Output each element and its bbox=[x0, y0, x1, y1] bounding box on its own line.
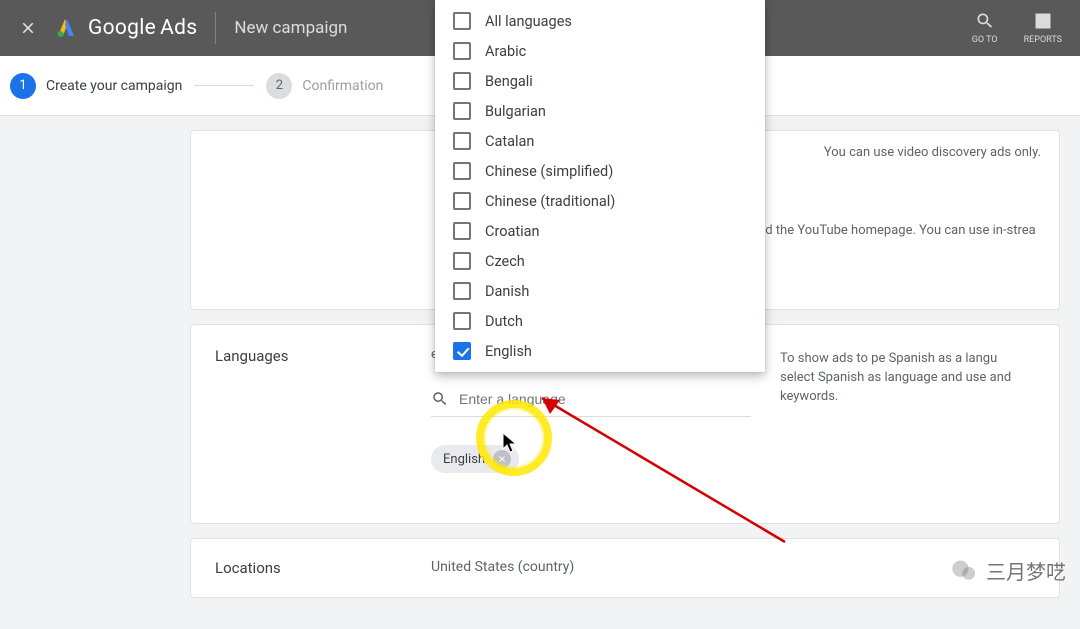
language-option-label: All languages bbox=[485, 13, 572, 30]
search-icon bbox=[975, 11, 995, 31]
language-option[interactable]: Croatian bbox=[435, 216, 765, 246]
language-option-label: Croatian bbox=[485, 223, 540, 240]
step-2-label: Confirmation bbox=[302, 78, 383, 94]
language-option-label: Czech bbox=[485, 253, 525, 270]
brand-ads: Ads bbox=[160, 16, 197, 40]
language-option[interactable]: Arabic bbox=[435, 36, 765, 66]
locations-label: Locations bbox=[215, 559, 431, 577]
google-ads-logo-icon bbox=[54, 16, 78, 40]
language-option[interactable]: English bbox=[435, 336, 765, 366]
language-option[interactable]: Bulgarian bbox=[435, 96, 765, 126]
step-confirmation[interactable]: 2 Confirmation bbox=[266, 73, 383, 99]
search-tool[interactable]: GO TO bbox=[972, 11, 998, 45]
language-option[interactable]: All languages bbox=[435, 6, 765, 36]
reports-tool[interactable]: REPORTS bbox=[1024, 11, 1062, 45]
language-option[interactable]: Bengali bbox=[435, 66, 765, 96]
brand-title: Google Ads bbox=[88, 16, 197, 40]
language-option-label: Bengali bbox=[485, 73, 533, 90]
chip-remove-icon[interactable] bbox=[493, 450, 511, 468]
locations-card[interactable]: Locations United States (country) bbox=[190, 538, 1060, 598]
header-subtitle: New campaign bbox=[234, 18, 347, 38]
language-option[interactable]: Catalan bbox=[435, 126, 765, 156]
youtube-hint: and the YouTube homepage. You can use in… bbox=[751, 223, 1049, 238]
close-icon[interactable] bbox=[8, 8, 48, 48]
language-option-label: Chinese (traditional) bbox=[485, 193, 615, 210]
language-option-label: Chinese (simplified) bbox=[485, 163, 613, 180]
languages-side-help: To show ads to pe Spanish as a langu sel… bbox=[780, 350, 1030, 407]
language-option-label: Arabic bbox=[485, 43, 526, 60]
checkbox-icon[interactable] bbox=[453, 12, 471, 30]
checkbox-icon[interactable] bbox=[453, 342, 471, 360]
checkbox-icon[interactable] bbox=[453, 282, 471, 300]
watermark: 三月梦呓 bbox=[950, 556, 1066, 585]
checkbox-icon[interactable] bbox=[453, 252, 471, 270]
search-icon bbox=[431, 390, 449, 408]
header-divider bbox=[215, 12, 216, 44]
step-1-badge: 1 bbox=[10, 73, 36, 99]
checkbox-icon[interactable] bbox=[453, 162, 471, 180]
brand-google: Google bbox=[88, 16, 156, 40]
video-discovery-hint: You can use video discovery ads only. bbox=[824, 145, 1041, 160]
checkbox-icon[interactable] bbox=[453, 312, 471, 330]
locations-value: United States (country) bbox=[431, 559, 574, 577]
watermark-text: 三月梦呓 bbox=[986, 556, 1066, 585]
language-option[interactable]: Dutch bbox=[435, 306, 765, 336]
language-option[interactable]: Chinese (simplified) bbox=[435, 156, 765, 186]
bar-chart-icon bbox=[1033, 11, 1053, 31]
language-option-label: Dutch bbox=[485, 313, 523, 330]
goto-label: GO TO bbox=[972, 35, 998, 45]
checkbox-icon[interactable] bbox=[453, 42, 471, 60]
language-chip-english[interactable]: English bbox=[431, 445, 519, 473]
step-create-campaign[interactable]: 1 Create your campaign bbox=[10, 73, 182, 99]
languages-label: Languages bbox=[215, 347, 431, 501]
language-option-label: Bulgarian bbox=[485, 103, 546, 120]
language-option[interactable]: Danish bbox=[435, 276, 765, 306]
language-option-label: English bbox=[485, 343, 532, 360]
language-option-label: Catalan bbox=[485, 133, 534, 150]
step-2-badge: 2 bbox=[266, 73, 292, 99]
checkbox-icon[interactable] bbox=[453, 102, 471, 120]
wechat-icon bbox=[950, 557, 978, 585]
checkbox-icon[interactable] bbox=[453, 132, 471, 150]
language-search[interactable] bbox=[431, 390, 751, 417]
checkbox-icon[interactable] bbox=[453, 222, 471, 240]
reports-label: REPORTS bbox=[1024, 35, 1062, 45]
language-option-label: Danish bbox=[485, 283, 529, 300]
checkbox-icon[interactable] bbox=[453, 192, 471, 210]
language-search-input[interactable] bbox=[459, 391, 719, 407]
step-1-label: Create your campaign bbox=[46, 78, 182, 94]
language-dropdown[interactable]: All languages Arabic Bengali Bulgarian Catal… bbox=[435, 0, 765, 372]
chip-label: English bbox=[443, 452, 485, 467]
checkbox-icon[interactable] bbox=[453, 72, 471, 90]
language-option[interactable]: Chinese (traditional) bbox=[435, 186, 765, 216]
step-connector bbox=[194, 85, 254, 86]
language-option[interactable]: Czech bbox=[435, 246, 765, 276]
